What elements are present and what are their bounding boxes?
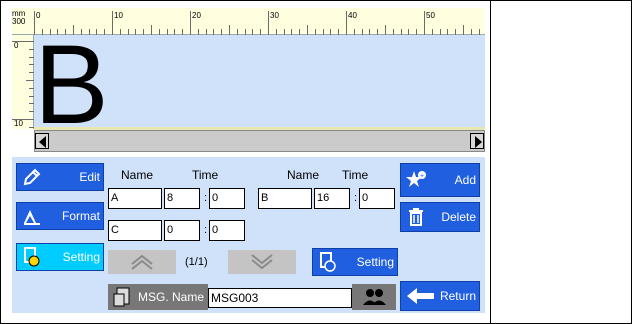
name-field-a[interactable]: A xyxy=(108,188,162,209)
star-add-icon: + xyxy=(405,169,427,191)
ruler-tick xyxy=(307,25,308,35)
return-arrow-icon xyxy=(405,285,437,307)
ruler-top-number: 20 xyxy=(192,11,201,20)
header-time-2: Time xyxy=(342,168,369,182)
arrow-left-icon xyxy=(39,136,46,148)
ruler-left-number: 0 xyxy=(14,41,19,50)
right-divider xyxy=(490,0,491,324)
preview-text: B xyxy=(34,35,109,128)
time-field-c[interactable]: 0 xyxy=(164,220,200,241)
ruler-top xyxy=(12,8,485,35)
format-icon xyxy=(21,205,43,227)
trash-icon xyxy=(405,206,427,228)
ruler-top-number: 30 xyxy=(270,11,279,20)
edit-label: Edit xyxy=(79,170,100,184)
message-list-button[interactable] xyxy=(352,284,396,310)
ruler-tick xyxy=(229,25,230,35)
msg-name-label: MSG. Name xyxy=(138,290,205,304)
delete-button[interactable]: Delete xyxy=(400,202,480,232)
setting-button[interactable]: Setting xyxy=(312,248,398,276)
setting-label: Setting xyxy=(62,250,100,264)
add-label: Add xyxy=(454,173,476,187)
time-field-b[interactable]: 16 xyxy=(314,188,350,209)
edit-button[interactable]: Edit xyxy=(16,163,104,191)
control-panel: Edit Format Setting Name Time Name Time … xyxy=(12,157,485,313)
ruler-top-number: 10 xyxy=(114,11,123,20)
setting-button-active[interactable]: Setting xyxy=(16,243,104,271)
ruler-unit-label: mm 300 xyxy=(12,10,25,26)
sub-field-b[interactable]: 0 xyxy=(359,188,395,209)
ruler-tick-left xyxy=(26,80,34,81)
format-button[interactable]: Format xyxy=(16,202,104,230)
horizontal-scrollbar[interactable] xyxy=(34,130,485,152)
users-icon xyxy=(363,289,386,305)
ruler-top-number: 50 xyxy=(426,11,435,20)
ruler-top-number: 40 xyxy=(348,11,357,20)
printer-setting-icon xyxy=(317,251,339,273)
scroll-left-button[interactable] xyxy=(35,133,49,149)
header-name-2: Name xyxy=(287,168,320,182)
arrow-right-icon xyxy=(475,136,482,148)
colon-b: : xyxy=(354,192,358,204)
ruler-unit-sub: 300 xyxy=(12,17,26,26)
print-preview-canvas[interactable]: B xyxy=(34,35,485,128)
ruler-tick xyxy=(463,25,464,35)
return-button[interactable]: Return xyxy=(400,281,480,311)
page-up-button[interactable] xyxy=(108,250,176,274)
ruler-tick xyxy=(112,11,113,35)
ruler-tick xyxy=(151,25,152,35)
page-down-button[interactable] xyxy=(228,250,296,274)
ruler-tick xyxy=(268,11,269,35)
chevron-down-icon xyxy=(251,254,273,270)
msg-name-label-box: MSG. Name xyxy=(108,284,208,310)
ruler-tick xyxy=(73,25,74,35)
screen: mm 300 0 10 20 30 40 50 0 10 B Edit Format xyxy=(0,0,632,324)
header-time-1: Time xyxy=(192,168,219,182)
delete-label: Delete xyxy=(441,210,476,224)
document-icon xyxy=(112,286,134,308)
ruler-top-number: 0 xyxy=(36,11,41,20)
printer-setting-icon xyxy=(21,246,43,268)
svg-text:+: + xyxy=(420,173,424,180)
ruler-tick xyxy=(424,11,425,35)
ruler-tick xyxy=(385,25,386,35)
chevron-up-icon xyxy=(131,254,153,270)
ruler-tick xyxy=(346,11,347,35)
sub-field-a[interactable]: 0 xyxy=(209,188,245,209)
add-button[interactable]: + Add xyxy=(400,163,480,197)
format-label: Format xyxy=(61,209,100,223)
colon-c: : xyxy=(204,224,208,236)
ruler-tick xyxy=(34,11,35,35)
sub-field-c[interactable]: 0 xyxy=(209,220,245,241)
name-field-c[interactable]: C xyxy=(108,220,162,241)
ruler-left-number: 10 xyxy=(14,119,23,128)
pencil-icon xyxy=(21,166,43,188)
colon-a: : xyxy=(204,192,208,204)
page-indicator: (1/1) xyxy=(185,256,208,268)
header-name-1: Name xyxy=(121,168,154,182)
name-field-b[interactable]: B xyxy=(258,188,312,209)
return-label: Return xyxy=(439,289,476,303)
time-field-a[interactable]: 8 xyxy=(164,188,200,209)
scroll-right-button[interactable] xyxy=(470,133,484,149)
setting-center-label: Setting xyxy=(356,255,394,269)
msg-name-field[interactable]: MSG003 xyxy=(208,288,352,308)
ruler-tick xyxy=(190,11,191,35)
